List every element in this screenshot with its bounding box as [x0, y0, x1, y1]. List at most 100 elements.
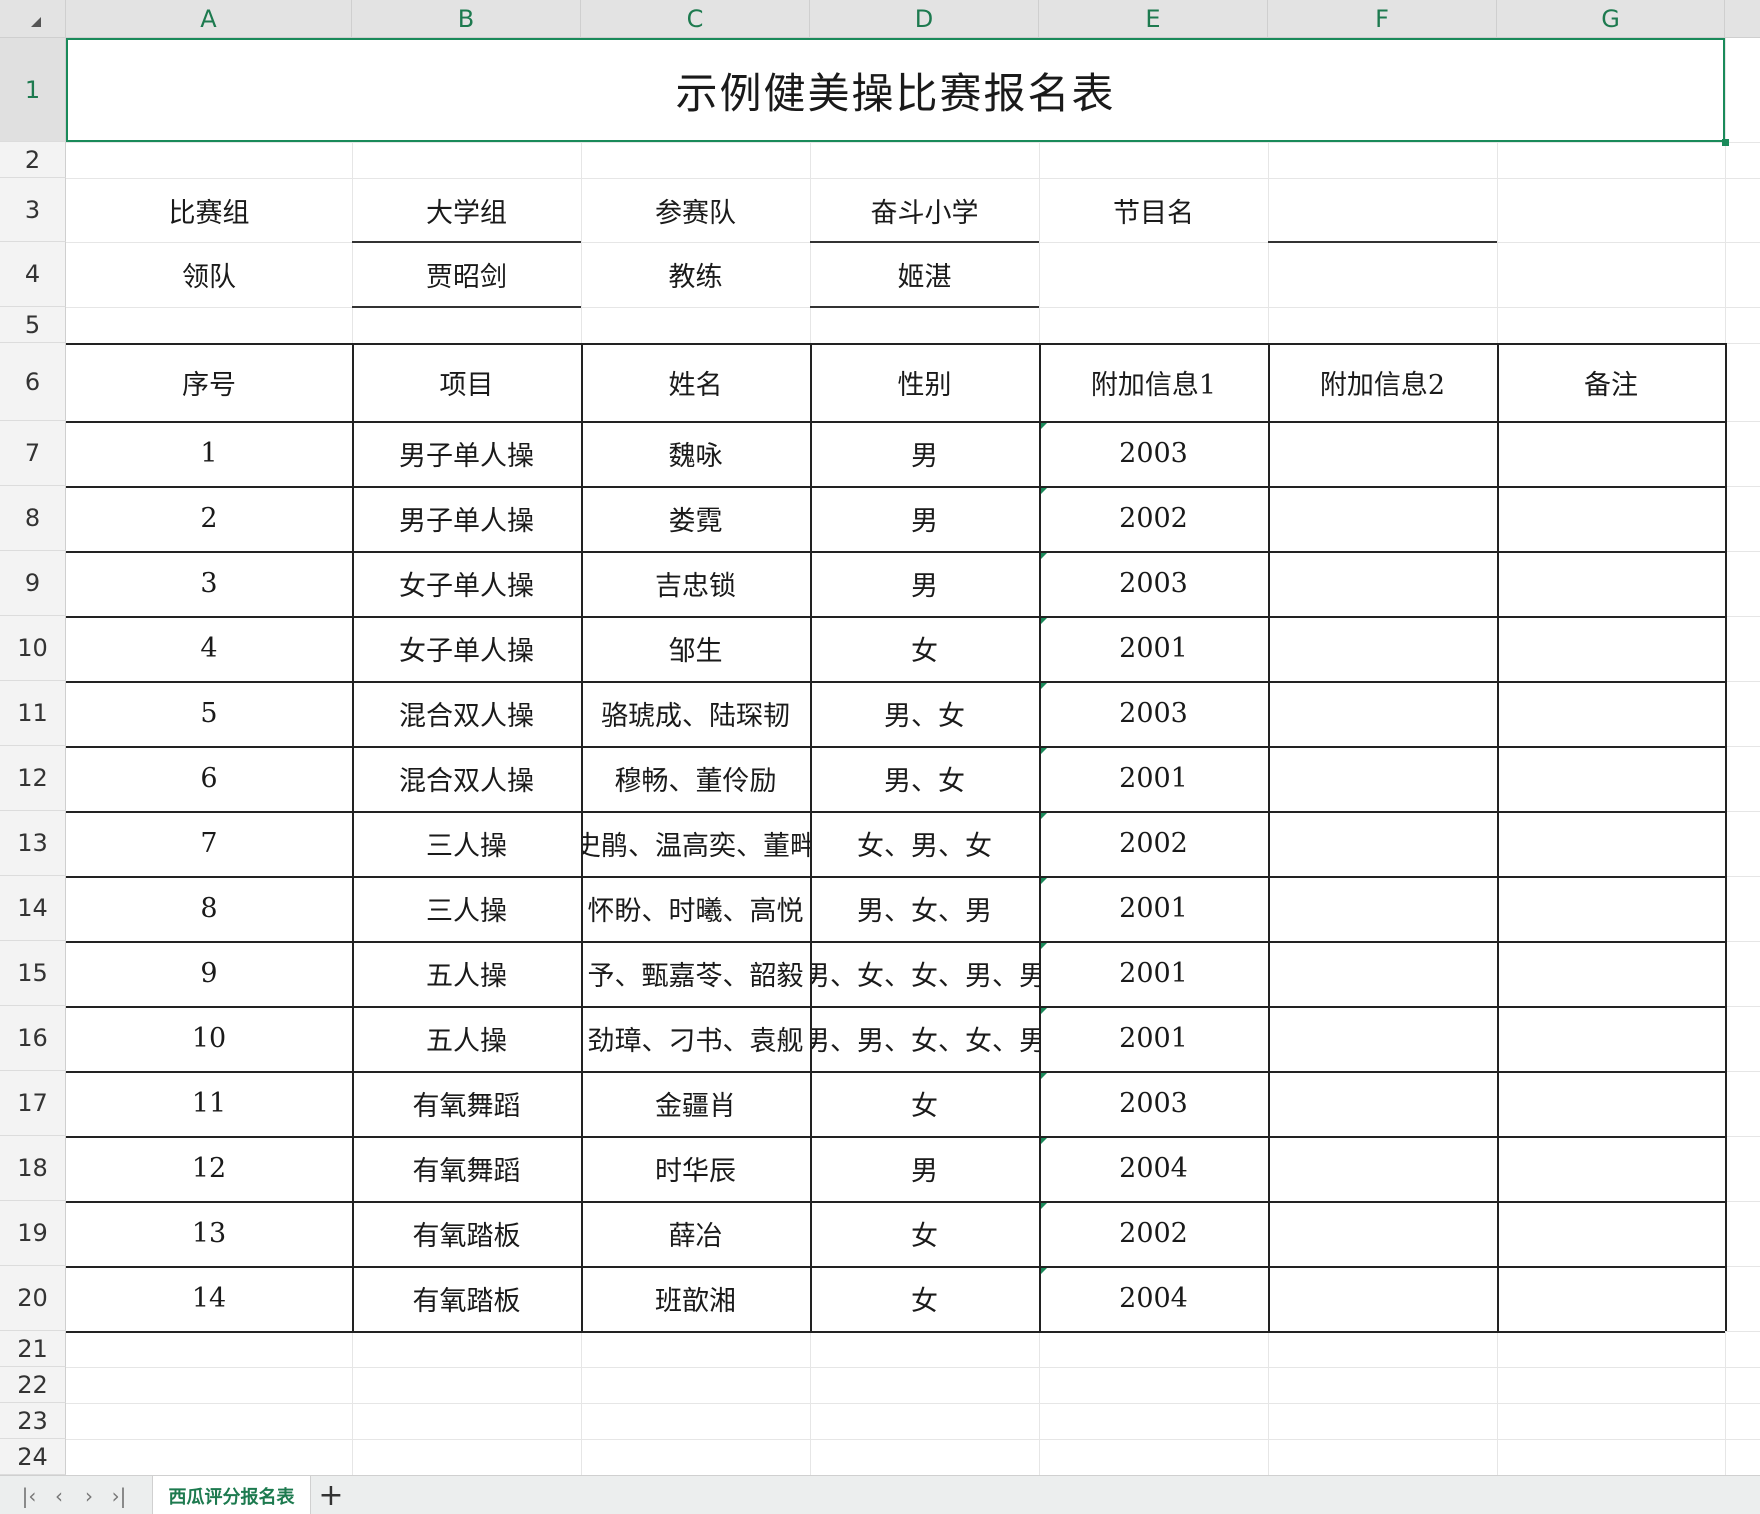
row-header-18[interactable]: 18	[0, 1136, 66, 1201]
table-cell[interactable]: 2003	[1039, 421, 1268, 486]
info-cell-g4[interactable]	[1497, 242, 1725, 307]
table-cell[interactable]	[1268, 1266, 1497, 1331]
row-header-11[interactable]: 11	[0, 681, 66, 746]
table-cell[interactable]: 男	[810, 486, 1039, 551]
table-cell[interactable]: 薛冶	[581, 1201, 810, 1266]
next-sheet-icon[interactable]: ›	[74, 1476, 104, 1514]
table-cell[interactable]: 2	[66, 486, 352, 551]
table-cell[interactable]	[1268, 681, 1497, 746]
row-header-19[interactable]: 19	[0, 1201, 66, 1266]
row-header-12[interactable]: 12	[0, 746, 66, 811]
table-cell[interactable]: 史鹃、温高奕、董畔	[581, 811, 810, 876]
table-cell[interactable]	[1268, 551, 1497, 616]
table-cell[interactable]	[1497, 1071, 1725, 1136]
table-cell[interactable]: 男、女	[810, 746, 1039, 811]
column-header-e[interactable]: E	[1039, 0, 1268, 38]
row-header-3[interactable]: 3	[0, 178, 66, 242]
table-cell[interactable]: 男、女	[810, 681, 1039, 746]
table-header-cell[interactable]: 姓名	[581, 343, 810, 421]
info-cell-e4[interactable]	[1039, 242, 1268, 307]
info-cell-g3[interactable]	[1497, 178, 1725, 242]
row-header-7[interactable]: 7	[0, 421, 66, 486]
table-cell[interactable]: 三人操	[352, 876, 581, 941]
info-cell-d3[interactable]: 奋斗小学	[810, 178, 1039, 242]
last-sheet-icon[interactable]: ›|	[104, 1476, 134, 1514]
table-header-cell[interactable]: 附加信息1	[1039, 343, 1268, 421]
table-cell[interactable]: 3	[66, 551, 352, 616]
table-cell[interactable]: 女	[810, 1201, 1039, 1266]
table-cell[interactable]: 男、女、男	[810, 876, 1039, 941]
table-cell[interactable]	[1268, 1136, 1497, 1201]
table-cell[interactable]	[1497, 1266, 1725, 1331]
row-header-14[interactable]: 14	[0, 876, 66, 941]
table-header-cell[interactable]: 序号	[66, 343, 352, 421]
spreadsheet-grid[interactable]: ABCDEFG 1 2 3 4 5 6 7 8 9 10 11 12 13 14 15 16 17 18 19 20 2…	[0, 0, 1760, 1475]
column-header-c[interactable]: C	[581, 0, 810, 38]
table-cell[interactable]: 1	[66, 421, 352, 486]
table-cell[interactable]	[1268, 616, 1497, 681]
table-cell[interactable]: 8	[66, 876, 352, 941]
table-header-cell[interactable]: 项目	[352, 343, 581, 421]
table-cell[interactable]: 2001	[1039, 1006, 1268, 1071]
column-header-g[interactable]: G	[1497, 0, 1725, 38]
row-header-20[interactable]: 20	[0, 1266, 66, 1331]
table-cell[interactable]	[1497, 681, 1725, 746]
table-cell[interactable]	[1268, 811, 1497, 876]
table-cell[interactable]: 男、男、女、女、男	[810, 1006, 1039, 1071]
table-cell[interactable]: 男子单人操	[352, 486, 581, 551]
row-header-2[interactable]: 2	[0, 142, 66, 178]
table-cell[interactable]: 班歆湘	[581, 1266, 810, 1331]
table-cell[interactable]: 2002	[1039, 1201, 1268, 1266]
row-header-15[interactable]: 15	[0, 941, 66, 1006]
table-cell[interactable]	[1268, 1071, 1497, 1136]
column-header-b[interactable]: B	[352, 0, 581, 38]
table-cell[interactable]	[1268, 421, 1497, 486]
table-cell[interactable]: 时华辰	[581, 1136, 810, 1201]
table-cell[interactable]: 2004	[1039, 1136, 1268, 1201]
table-cell[interactable]: 2001	[1039, 941, 1268, 1006]
table-cell[interactable]: 5	[66, 681, 352, 746]
table-cell[interactable]: 7	[66, 811, 352, 876]
row-header-6[interactable]: 6	[0, 343, 66, 421]
fill-handle[interactable]	[1722, 139, 1729, 146]
title-cell[interactable]: 示例健美操比赛报名表	[66, 38, 1725, 142]
table-header-cell[interactable]: 备注	[1497, 343, 1725, 421]
table-cell[interactable]	[1268, 1006, 1497, 1071]
table-cell[interactable]: 娄霓	[581, 486, 810, 551]
table-cell[interactable]	[1268, 486, 1497, 551]
table-cell[interactable]: 予、甄嘉苓、韶毅	[581, 941, 810, 1006]
info-cell-c3[interactable]: 参赛队	[581, 178, 810, 242]
table-cell[interactable]: 混合双人操	[352, 746, 581, 811]
table-cell[interactable]: 12	[66, 1136, 352, 1201]
table-cell[interactable]: 金疆肖	[581, 1071, 810, 1136]
prev-sheet-icon[interactable]: ‹	[44, 1476, 74, 1514]
table-cell[interactable]	[1497, 1136, 1725, 1201]
table-cell[interactable]: 10	[66, 1006, 352, 1071]
table-cell[interactable]: 穆畅、董伶励	[581, 746, 810, 811]
table-cell[interactable]	[1268, 1201, 1497, 1266]
row-header-10[interactable]: 10	[0, 616, 66, 681]
table-cell[interactable]: 女	[810, 1071, 1039, 1136]
table-cell[interactable]: 五人操	[352, 941, 581, 1006]
table-cell[interactable]: 有氧舞蹈	[352, 1136, 581, 1201]
info-cell-f3[interactable]	[1268, 178, 1497, 242]
row-header-23[interactable]: 23	[0, 1403, 66, 1439]
add-sheet-icon[interactable]: +	[314, 1476, 348, 1514]
table-cell[interactable]: 有氧踏板	[352, 1201, 581, 1266]
info-cell-b4[interactable]: 贾昭剑	[352, 242, 581, 307]
table-cell[interactable]: 2001	[1039, 876, 1268, 941]
info-cell-a3[interactable]: 比赛组	[66, 178, 352, 242]
table-cell[interactable]: 骆琥成、陆琛韧	[581, 681, 810, 746]
info-cell-e3[interactable]: 节目名	[1039, 178, 1268, 242]
row-header-13[interactable]: 13	[0, 811, 66, 876]
table-cell[interactable]: 吉忠锁	[581, 551, 810, 616]
table-cell[interactable]: 4	[66, 616, 352, 681]
table-cell[interactable]: 6	[66, 746, 352, 811]
table-cell[interactable]: 怀盼、时曦、高悦	[581, 876, 810, 941]
table-cell[interactable]: 有氧踏板	[352, 1266, 581, 1331]
table-cell[interactable]: 2003	[1039, 681, 1268, 746]
table-cell[interactable]: 混合双人操	[352, 681, 581, 746]
table-cell[interactable]: 11	[66, 1071, 352, 1136]
info-cell-c4[interactable]: 教练	[581, 242, 810, 307]
row-header-17[interactable]: 17	[0, 1071, 66, 1136]
